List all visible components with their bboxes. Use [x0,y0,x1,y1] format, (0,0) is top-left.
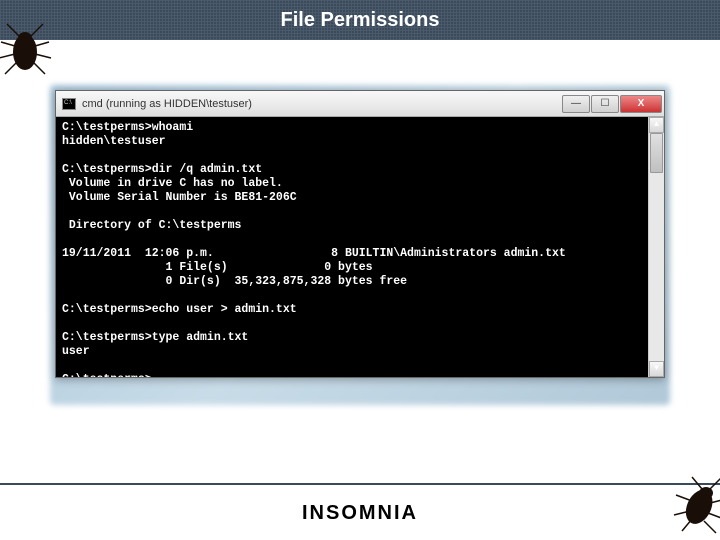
scroll-up-arrow[interactable]: ▲ [649,117,664,133]
cmd-icon [62,98,76,110]
scroll-track[interactable] [649,133,664,361]
window-controls: — ☐ X [561,95,662,113]
cockroach-icon [0,20,55,80]
terminal-output[interactable]: C:\testperms>whoami hidden\testuser C:\t… [56,117,664,377]
terminal-text: C:\testperms>whoami hidden\testuser C:\t… [62,121,566,377]
scroll-down-arrow[interactable]: ▼ [649,361,664,377]
slide-content: cmd (running as HIDDEN\testuser) — ☐ X C… [0,40,720,470]
minimize-button[interactable]: — [562,95,590,113]
window-titlebar[interactable]: cmd (running as HIDDEN\testuser) — ☐ X [56,91,664,117]
vertical-scrollbar[interactable]: ▲ ▼ [648,117,664,377]
close-button[interactable]: X [620,95,662,113]
footer-divider [0,483,720,485]
window-title: cmd (running as HIDDEN\testuser) [82,98,561,110]
maximize-button[interactable]: ☐ [591,95,619,113]
footer-brand: INSOMNIA [0,502,720,525]
slide-header: File Permissions [0,0,720,40]
slide-title: File Permissions [281,9,440,31]
scroll-thumb[interactable] [650,133,663,173]
cockroach-icon [670,475,720,535]
command-prompt-window: cmd (running as HIDDEN\testuser) — ☐ X C… [55,90,665,378]
